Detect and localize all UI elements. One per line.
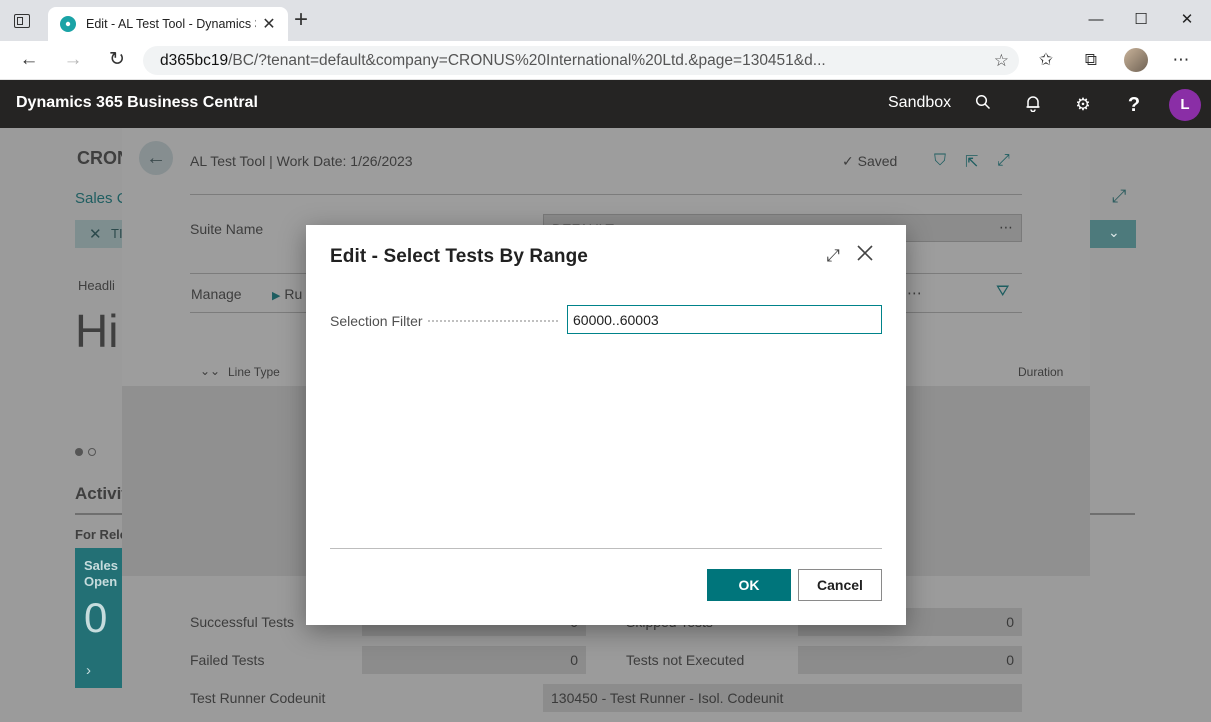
more-actions-icon[interactable]: ⋯ (907, 284, 922, 302)
tile-value: 0 (84, 594, 108, 641)
settings-gear-icon[interactable]: ⚙ (1072, 94, 1094, 116)
forward-arrow-icon[interactable]: → (61, 48, 85, 72)
notifications-bell-icon[interactable] (1022, 94, 1044, 116)
successful-tests-label: Successful Tests (190, 614, 295, 630)
expand-icon[interactable]: ⤢ (1112, 186, 1126, 207)
search-icon[interactable] (972, 94, 994, 116)
filter-icon[interactable]: ⛛ (996, 283, 1009, 301)
filter-pane-toggle[interactable]: ⌄ (1090, 220, 1136, 248)
lookup-ellipsis-icon[interactable]: ⋯ (999, 219, 1013, 236)
environment-label: Sandbox (888, 94, 952, 111)
help-question-icon[interactable]: ? (1123, 94, 1145, 116)
cancel-button[interactable]: Cancel (798, 569, 882, 601)
tile-label-2: Open (84, 574, 118, 589)
selection-filter-label: Selection Filter (330, 313, 423, 329)
back-button[interactable]: ← (139, 141, 173, 175)
headline-label: Headli (78, 278, 115, 293)
minimize-icon[interactable]: — (1073, 6, 1119, 34)
expand-dialog-icon[interactable]: ⤢ (823, 246, 843, 266)
test-runner-label: Test Runner Codeunit (190, 690, 326, 706)
tests-not-executed-label: Tests not Executed (626, 652, 745, 668)
select-tests-dialog: Edit - Select Tests By Range ⤢ Selection… (306, 225, 906, 625)
greeting-headline: Hi (75, 305, 119, 357)
run-action[interactable]: ▶ Ru (272, 286, 302, 302)
filter-chip[interactable]: ✕ TI (75, 220, 123, 248)
back-arrow-icon[interactable]: ← (17, 48, 41, 72)
address-bar-row: ← → ↻ d365bc19/BC/?tenant=default&compan… (0, 41, 1211, 80)
collapse-expand-icon[interactable]: ⤢ (997, 152, 1010, 170)
page-header-title: AL Test Tool | Work Date: 1/26/2023 (190, 153, 413, 169)
manage-action[interactable]: Manage (191, 286, 242, 302)
dialog-title: Edit - Select Tests By Range (330, 246, 588, 267)
window-close-icon[interactable]: ✕ (1164, 6, 1210, 34)
carousel-dot-active[interactable] (75, 448, 83, 456)
run-label: Ru (284, 286, 303, 302)
selection-filter-input[interactable] (567, 305, 882, 334)
collections-icon[interactable]: ⧉ (1080, 49, 1102, 71)
url-host: d365bc19 (160, 52, 229, 69)
user-avatar[interactable]: L (1169, 89, 1201, 121)
failed-tests-label: Failed Tests (190, 652, 265, 668)
chevron-down-icon: ⌄ (1108, 224, 1120, 240)
browser-tab-bar: Edit - AL Test Tool - Dynamics 365 ✕ + —… (0, 0, 1211, 41)
select-all-chevron-icon[interactable]: ⌄⌄ (200, 364, 220, 378)
sales-link[interactable]: Sales C (75, 190, 128, 207)
label-leader-dots (428, 320, 558, 322)
chip-close-icon[interactable]: ✕ (89, 225, 102, 243)
refresh-icon[interactable]: ↻ (105, 48, 129, 72)
tab-title: Edit - AL Test Tool - Dynamics 365 (86, 17, 256, 31)
browser-profile-avatar[interactable] (1124, 48, 1148, 72)
favorites-icon[interactable]: ✩ (1035, 49, 1057, 71)
carousel-dot[interactable] (88, 448, 96, 456)
tab-actions-icon[interactable] (14, 14, 30, 28)
bookmark-icon[interactable]: ⛉ (934, 152, 946, 170)
close-dialog-icon[interactable] (854, 244, 876, 266)
chip-label: TI (111, 226, 123, 241)
open-new-window-icon[interactable]: ⇱ (965, 152, 978, 172)
ok-button[interactable]: OK (707, 569, 791, 601)
suite-name-label: Suite Name (190, 221, 264, 237)
dynamics-favicon-icon (60, 16, 76, 32)
url-field[interactable]: d365bc19/BC/?tenant=default&company=CRON… (143, 46, 1019, 75)
test-runner-field[interactable]: 130450 - Test Runner - Isol. Codeunit (543, 684, 1022, 712)
tests-not-executed-value: 0 (798, 646, 1022, 674)
header-divider (190, 194, 1022, 195)
play-icon: ▶ (272, 290, 281, 302)
url-path: /BC/?tenant=default&company=CRONUS%20Int… (228, 52, 826, 69)
activities-heading: Activit (75, 484, 127, 503)
bc-app-header: Dynamics 365 Business Central Sandbox ⚙ … (0, 80, 1211, 128)
saved-status: ✓ Saved (842, 153, 898, 169)
browser-tab[interactable]: Edit - AL Test Tool - Dynamics 365 ✕ (48, 7, 288, 41)
maximize-icon[interactable]: ☐ (1118, 6, 1164, 34)
for-release-label: For Rele (75, 527, 128, 542)
failed-tests-value: 0 (362, 646, 586, 674)
new-tab-icon[interactable]: + (294, 8, 308, 32)
app-brand[interactable]: Dynamics 365 Business Central (16, 94, 258, 112)
column-duration[interactable]: Duration (1018, 365, 1063, 379)
more-options-icon[interactable]: ⋯ (1170, 49, 1192, 71)
dialog-footer-divider (330, 548, 882, 549)
column-line-type[interactable]: Line Type (228, 365, 280, 379)
tab-close-icon[interactable]: ✕ (260, 14, 278, 34)
add-favorite-icon[interactable]: ☆ (994, 51, 1009, 71)
saved-label: Saved (857, 153, 898, 169)
tile-chevron-icon[interactable]: › (86, 662, 91, 679)
